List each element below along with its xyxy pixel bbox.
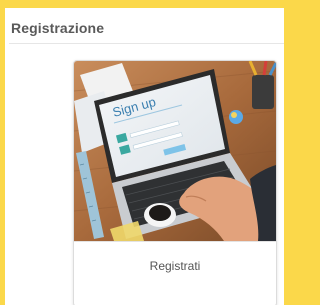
register-button[interactable]: Registrati: [74, 259, 276, 273]
signup-laptop-image[interactable]: Sign up: [74, 61, 276, 241]
card-divider: [74, 241, 276, 242]
title-divider: [9, 43, 284, 44]
registration-panel: Registrazione Sign up Registrati: [5, 8, 284, 305]
signup-card[interactable]: Sign up Registrati: [73, 60, 277, 305]
panel-title: Registrazione: [11, 20, 105, 36]
